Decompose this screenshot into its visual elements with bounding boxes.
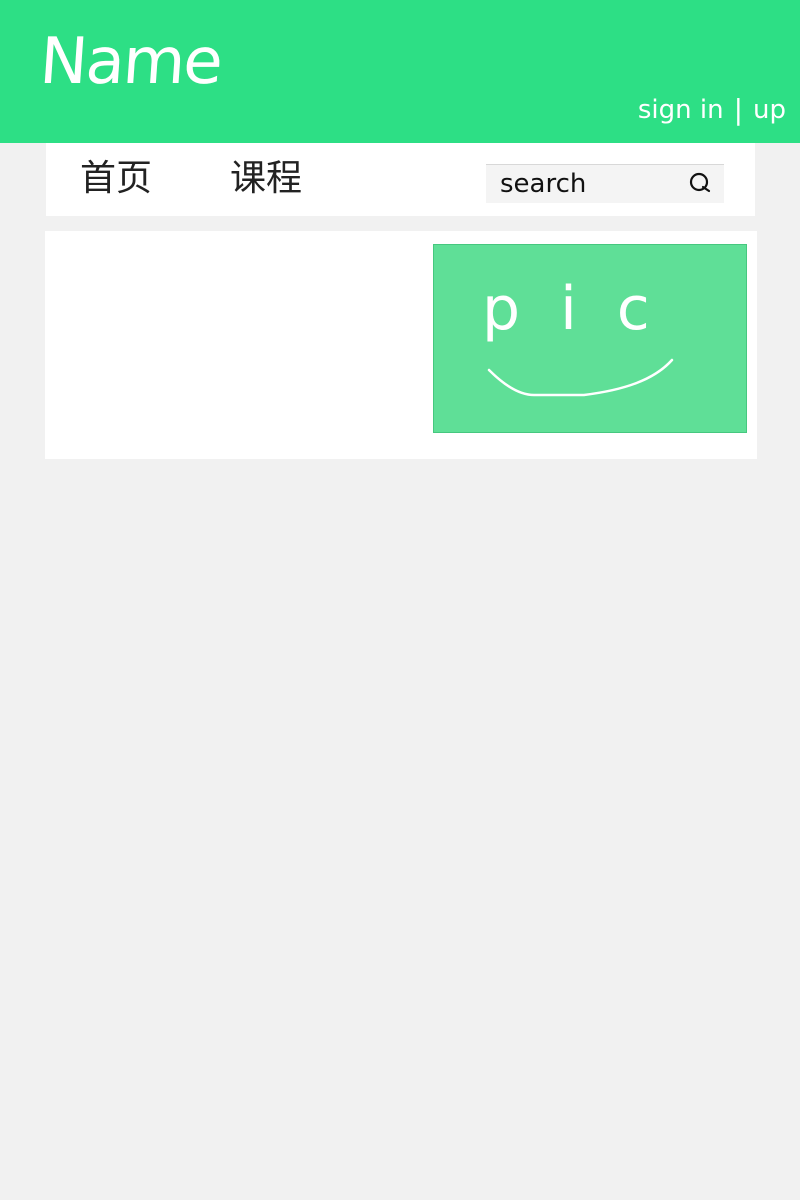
sign-up-link[interactable]: up xyxy=(753,92,786,128)
search-icon[interactable] xyxy=(686,169,714,197)
site-header: Name sign in | up xyxy=(0,0,800,143)
nav-bar: 首页 课程 xyxy=(46,143,755,216)
search-input[interactable] xyxy=(486,166,680,202)
site-logo[interactable]: Name xyxy=(37,22,223,102)
page: Name sign in | up 首页 课程 pic xyxy=(0,0,800,1200)
auth-separator: | xyxy=(733,93,744,126)
nav-item-home[interactable]: 首页 xyxy=(80,153,152,205)
auth-links: sign in | up xyxy=(638,92,786,128)
main-content: pic xyxy=(45,231,757,459)
nav-item-courses[interactable]: 课程 xyxy=(230,153,302,205)
sign-in-link[interactable]: sign in xyxy=(638,92,724,128)
smile-icon xyxy=(487,358,674,397)
picture-placeholder: pic xyxy=(433,244,747,433)
search-box xyxy=(486,164,724,203)
